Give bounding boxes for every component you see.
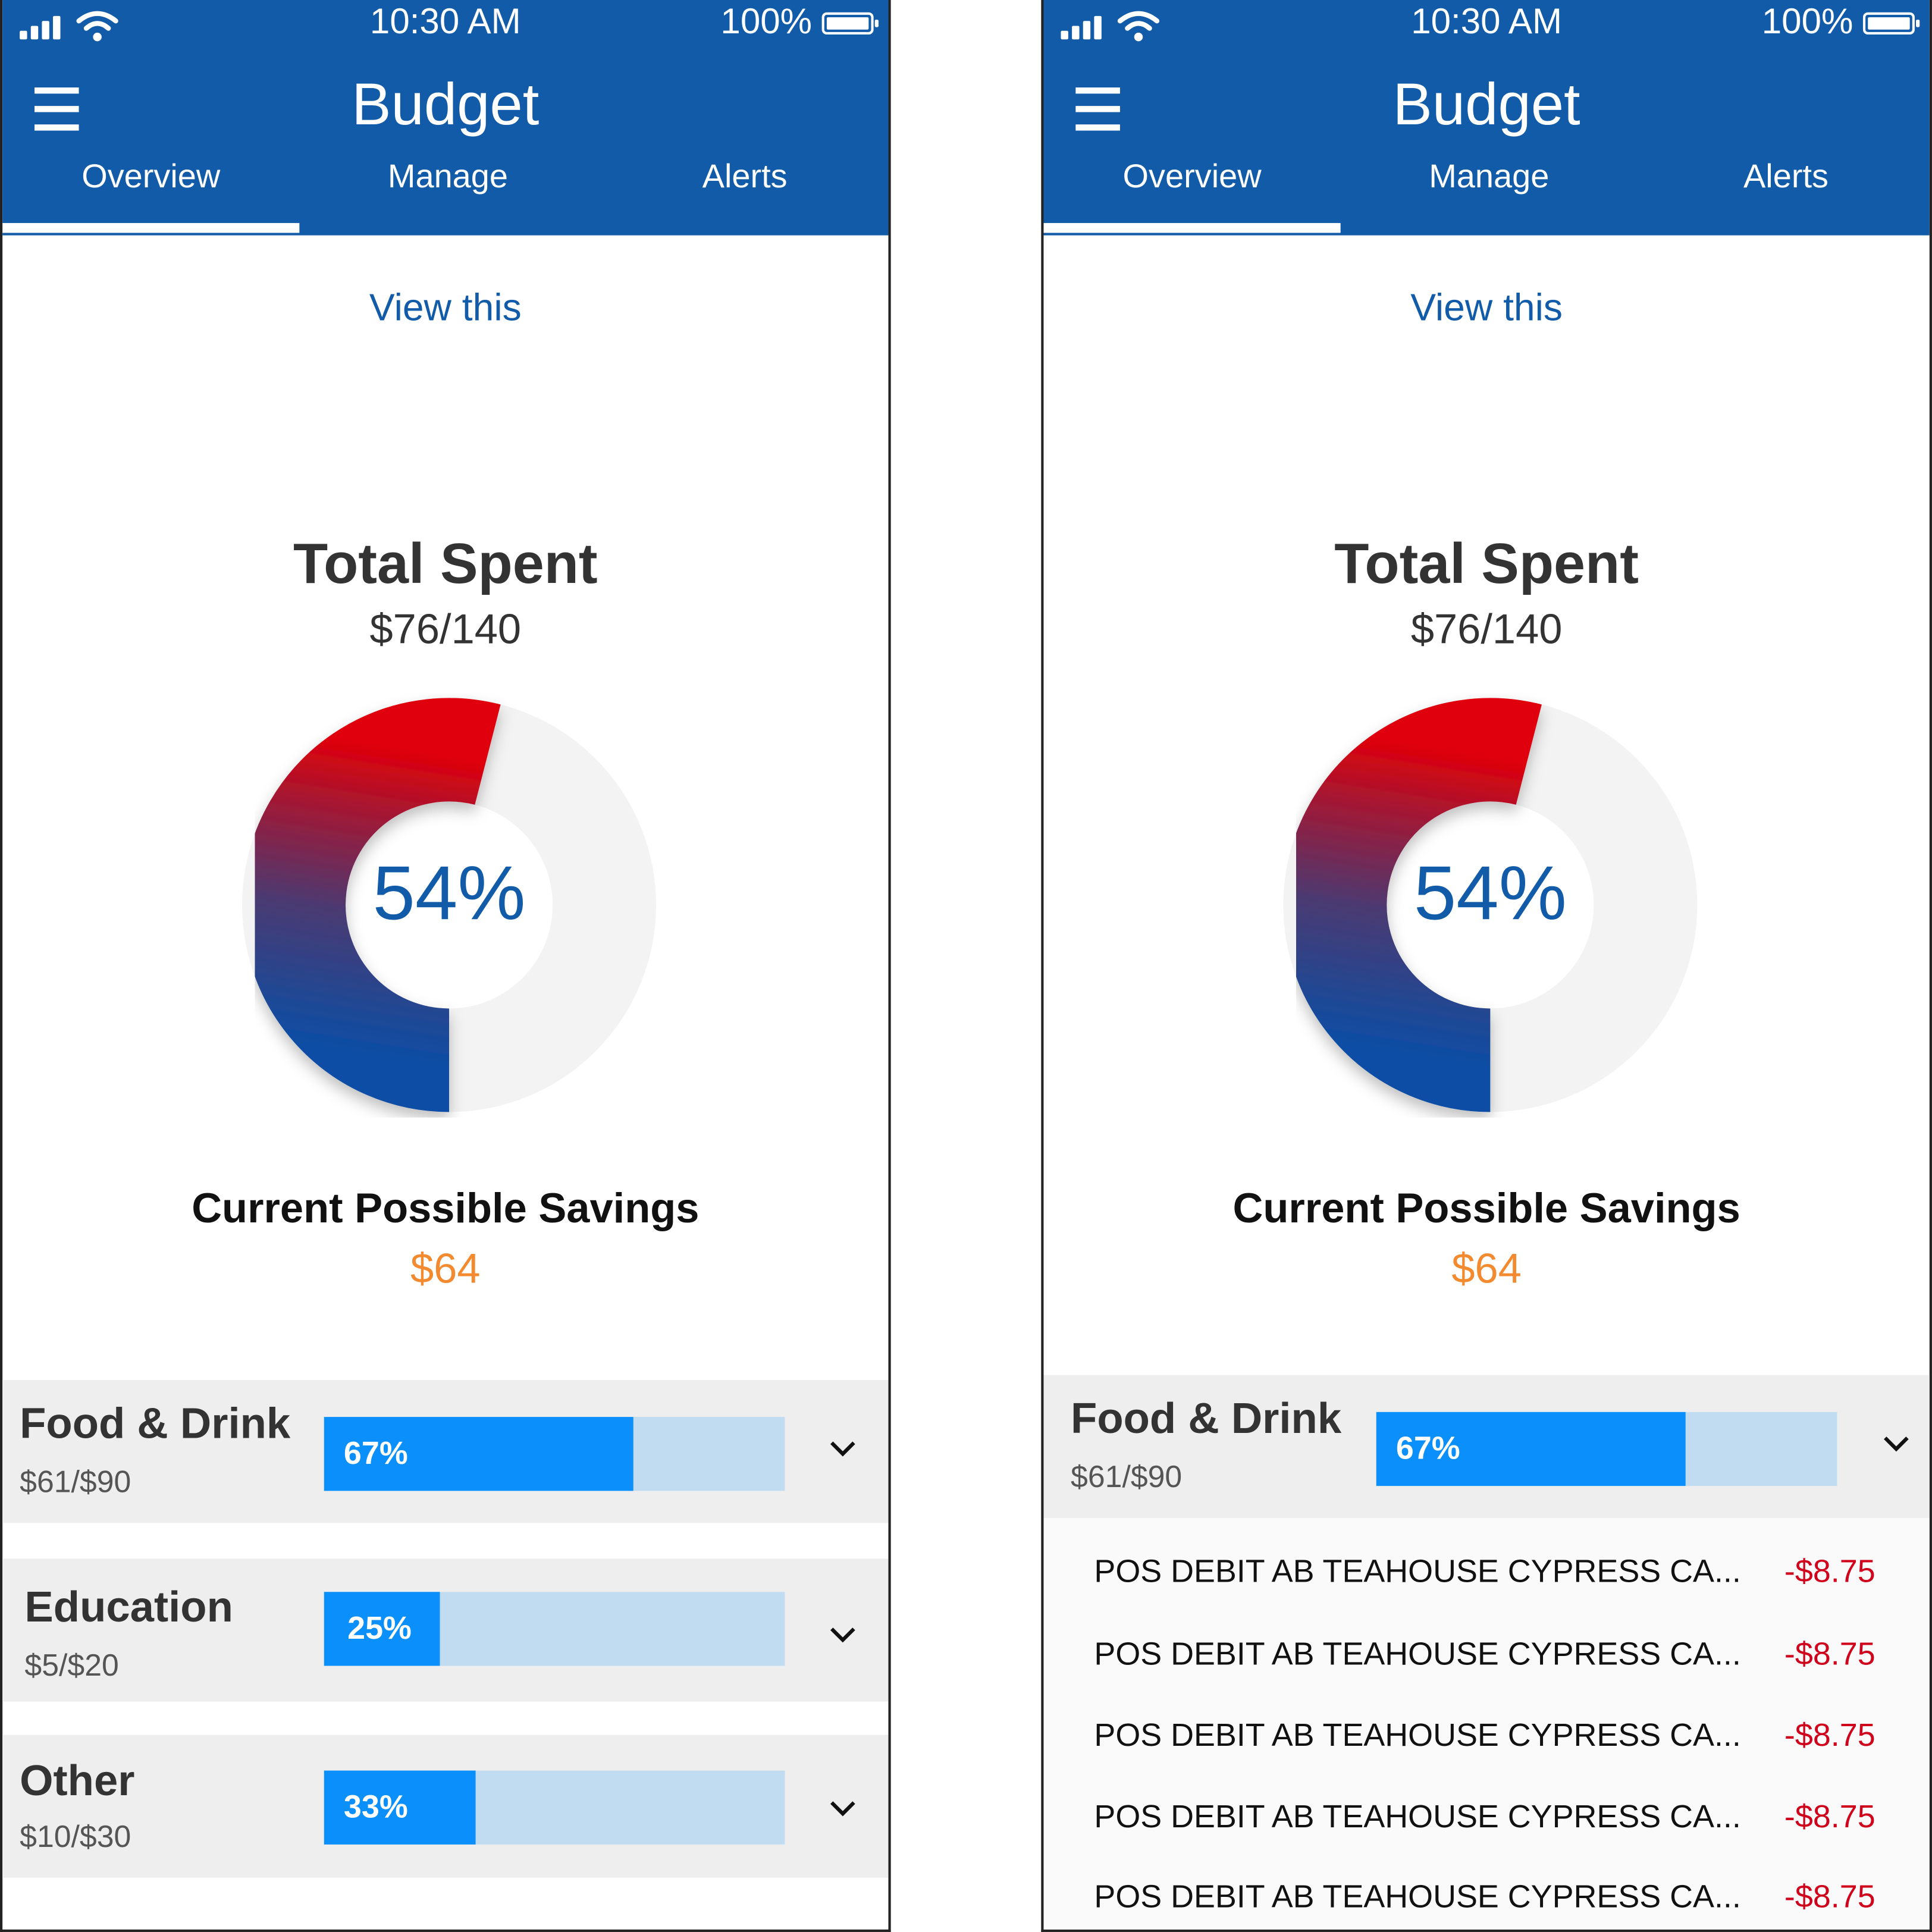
tab-manage[interactable]: Manage (1341, 158, 1638, 196)
phone-screen-overview: 10:30 AM 100% Budget Overview Manage Ale… (0, 0, 891, 1932)
transaction-row[interactable]: POS DEBIT AB TEAHOUSE CYPRESS CA... -$8.… (1043, 1635, 1929, 1709)
chevron-down-icon[interactable] (829, 1434, 857, 1461)
savings-value: $64 (410, 1246, 481, 1293)
app-header: 10:30 AM 100% Budget Overview Manage Ale… (2, 0, 889, 236)
progress-label: 25% (347, 1609, 412, 1646)
category-row-food-drink[interactable]: Food & Drink $61/$90 67% (1043, 1375, 1930, 1518)
progress-label: 67% (1395, 1429, 1460, 1466)
app-header: 10:30 AM 100% Budget Overview Manage Ale… (1043, 0, 1930, 236)
transaction-list: POS DEBIT AB TEAHOUSE CYPRESS CA... -$8.… (1043, 1517, 1930, 1930)
transaction-amount: -$8.75 (1784, 1635, 1875, 1672)
transaction-amount: -$8.75 (1784, 1798, 1875, 1835)
transaction-amount: -$8.75 (1784, 1877, 1875, 1915)
category-name: Other (20, 1757, 135, 1805)
transaction-row[interactable]: POS DEBIT AB TEAHOUSE CYPRESS CA... -$8.… (1043, 1552, 1929, 1626)
transaction-amount: -$8.75 (1784, 1716, 1875, 1754)
status-battery: 100% (1761, 2, 1920, 43)
phone-screen-expanded: 10:30 AM 100% Budget Overview Manage Ale… (1041, 0, 1932, 1932)
page-root: 10:30 AM 100% Budget Overview Manage Ale… (0, 0, 1932, 1932)
page-title: Budget (352, 73, 540, 138)
tab-manage[interactable]: Manage (299, 158, 596, 196)
tab-bar: Overview Manage Alerts (1043, 158, 1929, 235)
spent-percent: 54% (372, 851, 526, 937)
category-amount: $61/$90 (1071, 1460, 1183, 1495)
tab-overview[interactable]: Overview (2, 158, 299, 196)
transaction-description: POS DEBIT AB TEAHOUSE CYPRESS CA... (1094, 1798, 1741, 1835)
chevron-down-icon[interactable] (829, 1620, 857, 1648)
chevron-down-icon[interactable] (1883, 1429, 1910, 1457)
category-row-education[interactable]: Education $5/$20 25% (2, 1558, 889, 1702)
spent-percent: 54% (1413, 851, 1567, 937)
category-progress-bar: 25% (324, 1592, 785, 1666)
transaction-description: POS DEBIT AB TEAHOUSE CYPRESS CA... (1094, 1635, 1741, 1672)
category-row-food-drink[interactable]: Food & Drink $61/$90 67% (2, 1379, 889, 1523)
total-spent-value: $76/140 (369, 606, 522, 653)
category-progress-bar: 33% (324, 1770, 785, 1845)
tab-overview[interactable]: Overview (1043, 158, 1340, 196)
battery-icon (1862, 11, 1920, 34)
progress-label: 67% (343, 1434, 408, 1472)
category-row-other[interactable]: Other $10/$30 33% (2, 1735, 889, 1878)
transaction-row[interactable]: POS DEBIT AB TEAHOUSE CYPRESS CA... -$8.… (1043, 1877, 1929, 1930)
category-amount: $5/$20 (24, 1648, 119, 1683)
category-name: Food & Drink (1071, 1394, 1342, 1443)
savings-value: $64 (1451, 1246, 1522, 1293)
category-progress-bar: 67% (1376, 1412, 1837, 1486)
category-amount: $61/$90 (20, 1464, 131, 1500)
battery-percent: 100% (720, 2, 813, 42)
view-this-link[interactable]: View this (1043, 286, 1929, 331)
active-tab-indicator (2, 222, 300, 233)
transaction-amount: -$8.75 (1784, 1552, 1875, 1590)
transaction-description: POS DEBIT AB TEAHOUSE CYPRESS CA... (1094, 1716, 1741, 1754)
transaction-description: POS DEBIT AB TEAHOUSE CYPRESS CA... (1094, 1552, 1741, 1590)
transaction-row[interactable]: POS DEBIT AB TEAHOUSE CYPRESS CA... -$8.… (1043, 1716, 1929, 1790)
category-name: Food & Drink (20, 1400, 291, 1448)
transaction-description: POS DEBIT AB TEAHOUSE CYPRESS CA... (1094, 1877, 1741, 1915)
progress-label: 33% (343, 1787, 408, 1825)
view-this-link[interactable]: View this (2, 286, 888, 331)
category-amount: $10/$30 (20, 1820, 131, 1855)
savings-title: Current Possible Savings (1232, 1185, 1740, 1232)
status-battery: 100% (720, 2, 879, 43)
total-spent-title: Total Spent (1334, 531, 1639, 595)
tab-bar: Overview Manage Alerts (2, 158, 888, 235)
total-spent-value: $76/140 (1410, 606, 1563, 653)
battery-percent: 100% (1761, 2, 1853, 42)
tab-alerts[interactable]: Alerts (597, 158, 889, 196)
chevron-down-icon[interactable] (829, 1794, 857, 1821)
active-tab-indicator (1043, 222, 1341, 233)
savings-title: Current Possible Savings (192, 1185, 700, 1232)
total-spent-title: Total Spent (293, 531, 598, 595)
page-title: Budget (1392, 73, 1580, 138)
transaction-row[interactable]: POS DEBIT AB TEAHOUSE CYPRESS CA... -$8.… (1043, 1798, 1929, 1871)
category-name: Education (24, 1583, 233, 1632)
battery-icon (821, 11, 879, 34)
tab-alerts[interactable]: Alerts (1638, 158, 1930, 196)
category-progress-bar: 67% (324, 1417, 785, 1491)
